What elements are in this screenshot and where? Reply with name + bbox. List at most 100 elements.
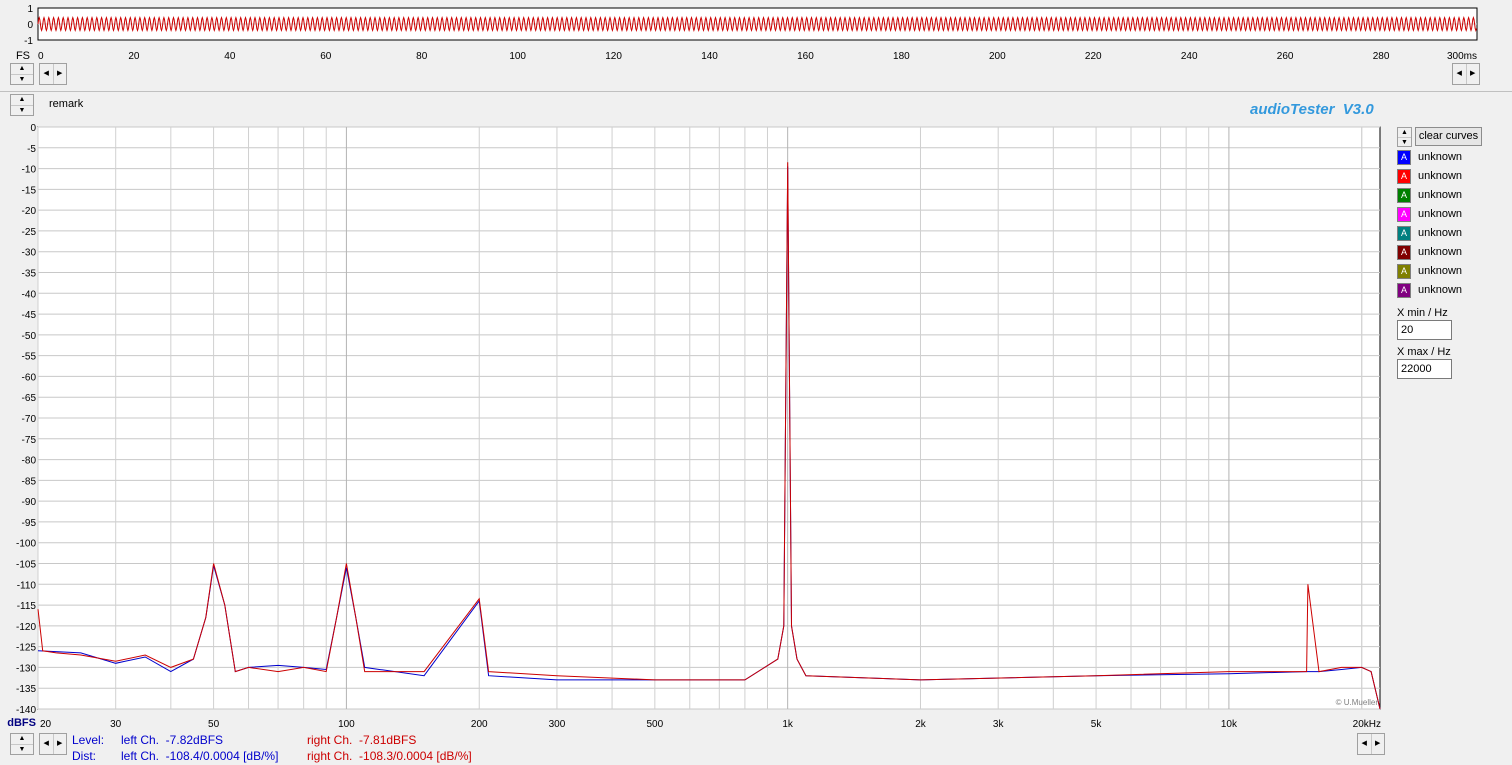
frequency-spinner[interactable]: ▲ ▼ bbox=[10, 733, 34, 755]
y-tick-label: -25 bbox=[22, 227, 37, 238]
legend-label: unknown bbox=[1418, 284, 1463, 296]
spin-up-icon[interactable]: ▲ bbox=[11, 734, 33, 744]
y-tick-label: -110 bbox=[17, 580, 37, 591]
clear-curves-button[interactable]: clear curves bbox=[1415, 127, 1482, 146]
y-tick-label: -10 bbox=[22, 165, 37, 176]
spin-down-icon[interactable]: ▼ bbox=[1398, 137, 1411, 147]
y-tick-label: -70 bbox=[22, 414, 37, 425]
spin-up-icon[interactable]: ▲ bbox=[1398, 128, 1411, 137]
y-tick-label: -85 bbox=[22, 476, 37, 487]
x-tick-label: 500 bbox=[646, 719, 663, 730]
dist-right-value: right Ch. -108.3/0.0004 [dB/%] bbox=[307, 749, 472, 763]
curve-color-swatch-icon[interactable]: A bbox=[1397, 283, 1411, 298]
y-tick-label: -60 bbox=[22, 372, 37, 383]
osc-x-tick-label: 260 bbox=[1277, 51, 1294, 62]
curve-color-swatch-icon[interactable]: A bbox=[1397, 188, 1411, 203]
curve-color-swatch-icon[interactable]: A bbox=[1397, 169, 1411, 184]
legend-label: unknown bbox=[1418, 227, 1463, 239]
spin-down-icon[interactable]: ▼ bbox=[11, 744, 33, 755]
osc-x-tick-label: 0 bbox=[38, 51, 44, 62]
scroll-right-icon[interactable]: ▶ bbox=[52, 734, 67, 754]
y-tick-label: -80 bbox=[22, 456, 37, 467]
y-tick-label: -35 bbox=[22, 269, 37, 280]
osc-y-tick-label: 0 bbox=[27, 20, 33, 31]
scroll-left-icon[interactable]: ◀ bbox=[1358, 734, 1371, 754]
scroll-right-icon[interactable]: ▶ bbox=[1370, 734, 1385, 754]
osc-x-tick-label: 80 bbox=[416, 51, 428, 62]
copyright-annotation: © U.Mueller bbox=[1336, 698, 1379, 707]
section-divider bbox=[0, 91, 1512, 92]
x-tick-label: 10k bbox=[1221, 719, 1238, 730]
osc-y-tick-label: 1 bbox=[27, 4, 33, 15]
dist-left-value: left Ch. -108.4/0.0004 [dB/%] bbox=[121, 749, 279, 763]
y-tick-label: -90 bbox=[22, 497, 37, 508]
osc-time-scroll-left[interactable]: ◀ ▶ bbox=[39, 63, 67, 85]
y-tick-label: -140 bbox=[16, 705, 36, 716]
y-tick-label: -55 bbox=[22, 352, 37, 363]
scroll-left-icon[interactable]: ◀ bbox=[1453, 64, 1466, 84]
osc-x-tick-label: 60 bbox=[320, 51, 332, 62]
osc-time-scroll-right[interactable]: ◀ ▶ bbox=[1452, 63, 1480, 85]
x-tick-label: 50 bbox=[208, 719, 220, 730]
curve-color-swatch-icon[interactable]: A bbox=[1397, 150, 1411, 165]
x-tick-label: 5k bbox=[1091, 719, 1103, 730]
osc-x-tick-label: 120 bbox=[605, 51, 622, 62]
freq-scroll-right[interactable]: ◀ ▶ bbox=[1357, 733, 1385, 755]
spin-up-icon[interactable]: ▲ bbox=[11, 64, 33, 74]
level-right-value: right Ch. -7.81dBFS bbox=[307, 733, 417, 747]
y-tick-label: -30 bbox=[22, 248, 37, 259]
oscilloscope-chart: 1 0 -1 0 20 40 60 80 100 120 140 160 180 200 220 240 26… bbox=[16, 4, 1478, 62]
y-tick-label: -125 bbox=[16, 643, 36, 654]
y-tick-label: 0 bbox=[30, 123, 36, 134]
y-tick-label: -40 bbox=[22, 289, 37, 300]
osc-amplitude-spinner[interactable]: ▲ ▼ bbox=[10, 63, 34, 85]
y-tick-label: -100 bbox=[16, 539, 36, 550]
legend-label: unknown bbox=[1418, 265, 1463, 277]
scroll-right-icon[interactable]: ▶ bbox=[1465, 64, 1480, 84]
spin-up-icon[interactable]: ▲ bbox=[11, 95, 33, 105]
xmin-field[interactable]: 20 bbox=[1397, 320, 1452, 340]
x-tick-label: 2k bbox=[915, 719, 927, 730]
osc-x-tick-label: 140 bbox=[701, 51, 718, 62]
y-tick-label: -135 bbox=[16, 684, 36, 695]
spectrum-chart: 0 -5 -10 -15 -20 -25 -30 -35 -40 -45 -50 -55 -60 -65 -… bbox=[7, 123, 1381, 730]
legend-spinner[interactable]: ▲ ▼ bbox=[1397, 127, 1412, 147]
osc-x-tick-label: 240 bbox=[1181, 51, 1198, 62]
curve-color-swatch-icon[interactable]: A bbox=[1397, 264, 1411, 279]
x-tick-label: 20 bbox=[40, 719, 52, 730]
y-tick-label: -5 bbox=[27, 144, 36, 155]
curve-color-swatch-icon[interactable]: A bbox=[1397, 245, 1411, 260]
xmax-field[interactable]: 22000 bbox=[1397, 359, 1452, 379]
y-tick-label: -95 bbox=[22, 518, 37, 529]
legend-label: unknown bbox=[1418, 170, 1463, 182]
scroll-left-icon[interactable]: ◀ bbox=[40, 734, 53, 754]
y-tick-label: -15 bbox=[22, 185, 37, 196]
y-tick-label: -130 bbox=[16, 663, 36, 674]
osc-y-tick-label: -1 bbox=[24, 36, 33, 47]
xmax-label: X max / Hz bbox=[1397, 346, 1451, 358]
osc-x-tick-label: 20 bbox=[128, 51, 140, 62]
y-tick-label: -75 bbox=[22, 435, 37, 446]
legend-label: unknown bbox=[1418, 189, 1463, 201]
spectrum-y-unit: dBFS bbox=[7, 717, 36, 729]
oscilloscope-y-unit: FS bbox=[16, 50, 30, 62]
x-tick-label: 30 bbox=[110, 719, 122, 730]
freq-scroll-left[interactable]: ◀ ▶ bbox=[39, 733, 67, 755]
x-tick-label: 200 bbox=[471, 719, 488, 730]
level-label: Level: bbox=[72, 733, 105, 747]
y-tick-label: -105 bbox=[16, 560, 36, 571]
curve-color-swatch-icon[interactable]: A bbox=[1397, 207, 1411, 222]
legend-label: unknown bbox=[1418, 246, 1463, 258]
y-tick-label: -120 bbox=[16, 622, 36, 633]
curve-color-swatch-icon[interactable]: A bbox=[1397, 226, 1411, 241]
osc-x-tick-label: 40 bbox=[224, 51, 236, 62]
scroll-left-icon[interactable]: ◀ bbox=[40, 64, 53, 84]
x-tick-label: 300 bbox=[549, 719, 566, 730]
osc-x-tick-label: 100 bbox=[509, 51, 526, 62]
dist-label: Dist: bbox=[72, 749, 96, 763]
spin-down-icon[interactable]: ▼ bbox=[11, 74, 33, 85]
scroll-right-icon[interactable]: ▶ bbox=[52, 64, 67, 84]
x-tick-label: 3k bbox=[993, 719, 1005, 730]
level-left-value: left Ch. -7.82dBFS bbox=[121, 733, 224, 747]
x-tick-label: 20kHz bbox=[1353, 719, 1381, 730]
